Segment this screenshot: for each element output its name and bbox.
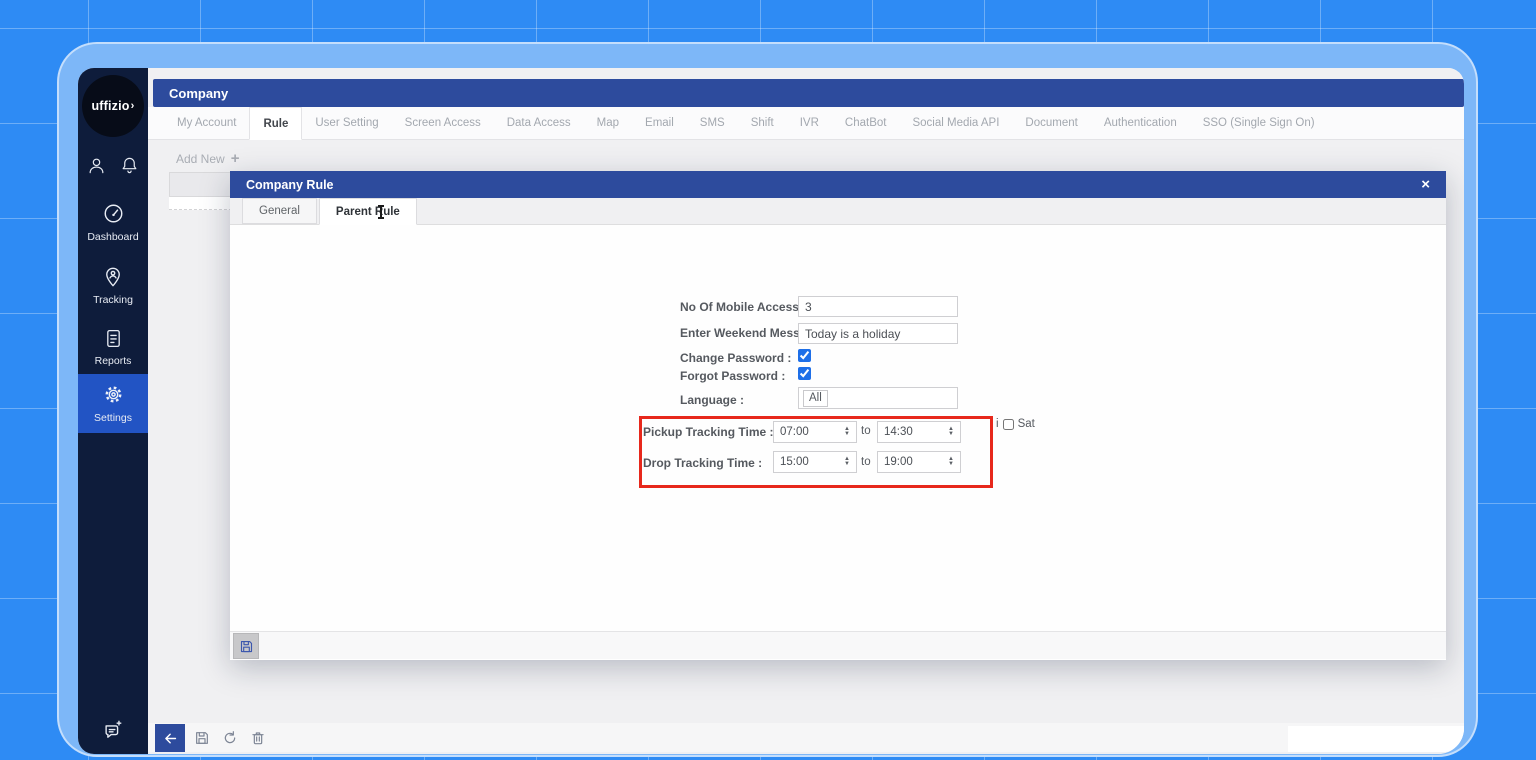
location-pin-icon [102,266,124,291]
pickup-to-value: 14:30 [884,426,913,438]
back-arrow-icon [162,730,179,747]
drop-time-label: Drop Tracking Time : [643,456,762,470]
sidebar-item-label: Dashboard [87,231,138,243]
drop-from-value: 15:00 [780,456,809,468]
page-title: Company [169,86,228,101]
sidebar-top-icons [78,156,148,180]
tab-shift[interactable]: Shift [738,107,787,139]
bell-icon[interactable] [120,156,139,180]
pickup-to-joiner: to [861,425,871,437]
nav-tabstrip: My Account Rule User Setting Screen Acce… [148,107,1464,140]
language-label: Language : [680,393,744,407]
modal-title: Company Rule [246,178,334,192]
content-area: Add New + [148,140,1464,754]
modal-tabstrip: General Parent Rule [230,198,1446,225]
page-title-bar: Company [153,79,1464,107]
change-password-label: Change Password : [680,351,791,365]
sidebar-item-dashboard[interactable]: Dashboard [78,202,148,243]
sidebar-item-label: Settings [94,412,132,424]
chat-add-icon[interactable] [102,719,124,746]
tab-screen-access[interactable]: Screen Access [392,107,494,139]
brand-logo-arrow: › [131,100,135,112]
forgot-password-label: Forgot Password : [680,369,785,383]
tab-sso[interactable]: SSO (Single Sign On) [1190,107,1328,139]
language-chip[interactable]: All [803,390,828,407]
save-icon[interactable] [194,730,210,746]
pickup-from-value: 07:00 [780,426,809,438]
tab-my-account[interactable]: My Account [164,107,249,139]
pickup-time-label: Pickup Tracking Time : [643,425,774,439]
tab-social-media-api[interactable]: Social Media API [899,107,1012,139]
tab-document[interactable]: Document [1012,107,1090,139]
weekday-sat-option: i Sat [996,418,1035,430]
undo-icon[interactable] [222,730,238,746]
add-new-label: Add New [176,152,225,166]
sat-label: Sat [1018,418,1035,430]
pickup-time-to-select[interactable]: 14:30 ▲▼ [877,421,961,443]
brand-logo-text: uffizio [91,99,129,113]
brand-logo[interactable]: uffizio› [82,75,144,137]
tab-user-setting[interactable]: User Setting [302,107,391,139]
clipped-weekday-text: i [996,418,999,430]
drop-time-to-select[interactable]: 19:00 ▲▼ [877,451,961,473]
gear-icon [102,383,125,409]
bottom-right-panel [1288,726,1464,752]
tab-chatbot[interactable]: ChatBot [832,107,900,139]
app-inner: uffizio› Dashboard [78,68,1464,754]
modal-tab-label: Parent Rule [336,206,400,218]
drop-to-joiner: to [861,456,871,468]
user-icon[interactable] [87,156,106,180]
sidebar-item-reports[interactable]: Reports [78,328,148,367]
modal-footer [230,631,1446,659]
tab-sms[interactable]: SMS [687,107,738,139]
mobile-access-input[interactable] [798,296,958,317]
company-rule-modal: Company Rule × General Parent Rule No Of… [230,171,1446,660]
trash-icon[interactable] [250,730,266,746]
sidebar-item-tracking[interactable]: Tracking [78,266,148,306]
language-input[interactable]: All [798,387,958,409]
pickup-time-from-select[interactable]: 07:00 ▲▼ [773,421,857,443]
sidebar-item-settings[interactable]: Settings [78,374,148,433]
spinner-icon: ▲▼ [844,457,850,467]
speedometer-icon [102,202,125,228]
modal-header: Company Rule × [230,171,1446,198]
tab-map[interactable]: Map [584,107,632,139]
tab-ivr[interactable]: IVR [787,107,832,139]
app-window: uffizio› Dashboard [57,42,1478,757]
main-area: Company My Account Rule User Setting Scr… [148,68,1464,754]
modal-body: No Of Mobile Access : Enter Weekend Mess… [230,225,1446,631]
spinner-icon: ▲▼ [948,427,954,437]
desktop-background: uffizio› Dashboard [0,0,1536,760]
text-cursor [380,205,382,219]
bottom-footer-strip [148,723,1464,752]
sidebar-bottom [78,719,148,746]
tab-rule[interactable]: Rule [249,107,302,140]
sat-checkbox[interactable] [1003,419,1014,430]
change-password-checkbox[interactable] [798,349,811,362]
spinner-icon: ▲▼ [948,457,954,467]
report-document-icon [103,328,124,352]
tab-data-access[interactable]: Data Access [494,107,584,139]
plus-icon: + [231,150,240,167]
sidebar-item-label: Tracking [93,294,133,306]
drop-to-value: 19:00 [884,456,913,468]
modal-tab-parent-rule[interactable]: Parent Rule [319,198,417,225]
back-button[interactable] [155,724,185,752]
tab-email[interactable]: Email [632,107,687,139]
close-icon[interactable]: × [1421,177,1430,192]
spinner-icon: ▲▼ [844,427,850,437]
add-new-button[interactable]: Add New + [176,150,239,167]
modal-tab-general[interactable]: General [242,198,317,224]
sidebar: uffizio› Dashboard [78,68,148,754]
mobile-access-label: No Of Mobile Access : [680,300,806,314]
save-floppy-icon [239,639,254,654]
forgot-password-checkbox[interactable] [798,367,811,380]
drop-time-from-select[interactable]: 15:00 ▲▼ [773,451,857,473]
modal-save-button[interactable] [233,633,259,659]
tab-authentication[interactable]: Authentication [1091,107,1190,139]
weekend-message-input[interactable] [798,323,958,344]
sidebar-item-label: Reports [95,355,132,367]
